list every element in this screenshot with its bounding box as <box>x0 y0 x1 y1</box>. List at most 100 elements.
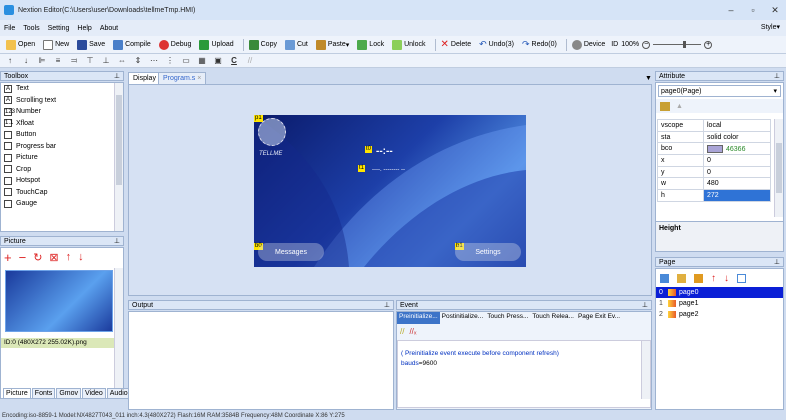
time-text[interactable]: --:-- <box>376 146 393 157</box>
toolbox-item-picture[interactable]: Picture <box>1 152 123 164</box>
toolbox-item-progress-bar[interactable]: Progress bar <box>1 141 123 153</box>
zoom-in-icon[interactable]: + <box>704 40 713 49</box>
page-list-item-page2[interactable]: 2 page2 <box>656 309 783 320</box>
toolbox-item-crop[interactable]: Crop <box>1 164 123 176</box>
page-list-item-page1[interactable]: 1 page1 <box>656 298 783 309</box>
page-option-icon[interactable] <box>737 273 746 283</box>
color-swatch[interactable] <box>707 144 723 153</box>
event-code-editor[interactable]: ( Preinitialize event execute before com… <box>397 340 651 408</box>
toolbox-item-touchcap[interactable]: TouchCap <box>1 187 123 199</box>
tab-display[interactable]: Display <box>128 72 161 84</box>
align-right-icon[interactable]: ⫤ <box>68 56 80 66</box>
attribute-value[interactable]: local <box>703 119 771 132</box>
distribute-v-icon[interactable]: ⋮ <box>164 56 176 65</box>
bring-forward-icon[interactable]: ↑ <box>4 56 16 65</box>
pin-icon[interactable]: ⊥ <box>384 301 390 310</box>
attribute-row-h[interactable]: h 272 <box>657 189 771 202</box>
replace-picture-icon[interactable]: ↻ <box>33 251 42 264</box>
distribute-h-icon[interactable]: ⋯ <box>148 56 160 65</box>
device-button[interactable]: Device <box>570 38 607 52</box>
align-center-icon[interactable]: ≡ <box>52 56 64 65</box>
scroll-thumb[interactable] <box>776 143 782 193</box>
attribute-value[interactable]: solid color <box>703 130 771 144</box>
tabs-dropdown-icon[interactable]: ▼ <box>645 75 652 82</box>
object-selector[interactable]: page0(Page) ▾ <box>658 85 781 97</box>
unlock-button[interactable]: Unlock <box>390 38 427 52</box>
toolbox-item-hotspot[interactable]: Hotspot <box>1 175 123 187</box>
copy-button[interactable]: Copy <box>247 38 279 52</box>
toolbox-item-number[interactable]: 123 Number <box>1 106 123 118</box>
display-canvas[interactable]: p1 TELLME t0 --:-- t1 ----. -------- -- … <box>254 115 526 267</box>
picture-caption[interactable]: ID:0 (480X272 255.02K).png <box>1 338 115 348</box>
menu-help[interactable]: Help <box>77 25 91 32</box>
event-scrollbar[interactable] <box>641 341 650 399</box>
picture-thumbnail[interactable] <box>5 270 113 332</box>
lock-button[interactable]: Lock <box>355 38 386 52</box>
picture-scrollbar[interactable] <box>114 268 123 396</box>
messages-button[interactable]: Messages <box>258 243 324 261</box>
attribute-row-x[interactable]: x0 <box>657 154 771 167</box>
font-c-icon[interactable]: C <box>228 56 240 65</box>
undo-button[interactable]: ↶ Undo(3) <box>477 38 516 52</box>
style-menu[interactable]: Style▾ <box>761 23 780 31</box>
align-top-icon[interactable]: ⊤ <box>84 56 96 65</box>
pin-icon[interactable]: ⊥ <box>774 72 780 81</box>
attribute-value[interactable]: 0 <box>703 165 771 179</box>
menu-setting[interactable]: Setting <box>48 25 70 32</box>
new-button[interactable]: New <box>41 38 71 52</box>
toolbox-item-scrolling-text[interactable]: A Scrolling text <box>1 95 123 107</box>
tab-video[interactable]: Video <box>81 388 106 399</box>
sort-alpha-icon[interactable]: ▲ <box>676 103 683 110</box>
uncomment-icon[interactable]: //ₓ <box>409 327 416 336</box>
redo-button[interactable]: ↷ Redo(0) <box>520 38 559 52</box>
attribute-row-vscope[interactable]: vscope local <box>657 119 771 132</box>
page-list-item-page0[interactable]: 0 page0 <box>656 287 783 298</box>
tab-gmov[interactable]: Gmov <box>56 388 81 399</box>
space-icon[interactable]: ▭ <box>180 56 192 65</box>
save-button[interactable]: Save <box>75 38 107 52</box>
attribute-value[interactable]: 272 <box>703 189 771 202</box>
remove-picture-icon[interactable]: − <box>19 250 27 265</box>
menu-about[interactable]: About <box>100 25 118 32</box>
pin-icon[interactable]: ⊥ <box>114 72 120 81</box>
output-panel[interactable] <box>128 311 394 410</box>
align-left-icon[interactable]: ⊫ <box>36 56 48 65</box>
add-page-icon[interactable] <box>660 273 669 283</box>
snap-icon[interactable]: ▣ <box>212 56 224 65</box>
minimize-icon[interactable]: – <box>720 5 742 15</box>
paste-button[interactable]: Paste ▾ <box>314 38 351 52</box>
maximize-icon[interactable]: ▫ <box>742 5 764 15</box>
open-button[interactable]: Open <box>4 38 37 52</box>
tab-touch-press[interactable]: Touch Press... <box>485 312 530 324</box>
attribute-row-w[interactable]: w 480 <box>657 177 771 191</box>
close-tab-icon[interactable]: × <box>197 75 201 82</box>
tab-page-exit[interactable]: Page Exit Ev... <box>576 312 622 324</box>
insert-picture-icon[interactable]: ⊠ <box>49 251 58 264</box>
attribute-row-y[interactable]: y0 <box>657 165 771 179</box>
grid-icon[interactable]: ▦ <box>196 56 208 65</box>
align-middle-icon[interactable]: ⊥ <box>100 56 112 65</box>
page-up-icon[interactable]: ↑ <box>711 273 716 284</box>
tab-preinitialize[interactable]: Preinitialize... <box>397 312 440 324</box>
attribute-value[interactable]: 0 <box>703 154 771 167</box>
settings-button[interactable]: Settings <box>455 243 521 261</box>
toolbox-item-text[interactable]: A Text <box>1 83 123 95</box>
move-up-icon[interactable]: ↑ <box>66 251 72 263</box>
attribute-row-bco[interactable]: bco 46366 <box>657 142 771 156</box>
date-text[interactable]: ----. -------- -- <box>372 167 405 173</box>
tab-fonts[interactable]: Fonts <box>31 388 56 399</box>
comment-icon[interactable]: // <box>400 327 404 336</box>
move-down-icon[interactable]: ↓ <box>78 251 84 263</box>
upload-button[interactable]: Upload <box>197 38 235 52</box>
menu-tools[interactable]: Tools <box>23 25 39 32</box>
toolbox-item-xfloat[interactable]: 1.1 Xfloat <box>1 118 123 130</box>
pin-icon[interactable]: ⊥ <box>774 258 780 267</box>
toolbox-item-gauge[interactable]: Gauge <box>1 198 123 210</box>
tab-program[interactable]: Program.s × <box>158 72 207 84</box>
zoom-slider[interactable] <box>653 41 702 48</box>
tab-touch-release[interactable]: Touch Relea... <box>530 312 576 324</box>
same-height-icon[interactable]: ⇕ <box>132 56 144 65</box>
attribute-row-sta[interactable]: sta solid color <box>657 130 771 144</box>
pin-icon[interactable]: ⊥ <box>642 301 648 310</box>
copy-page-icon[interactable] <box>694 273 703 283</box>
